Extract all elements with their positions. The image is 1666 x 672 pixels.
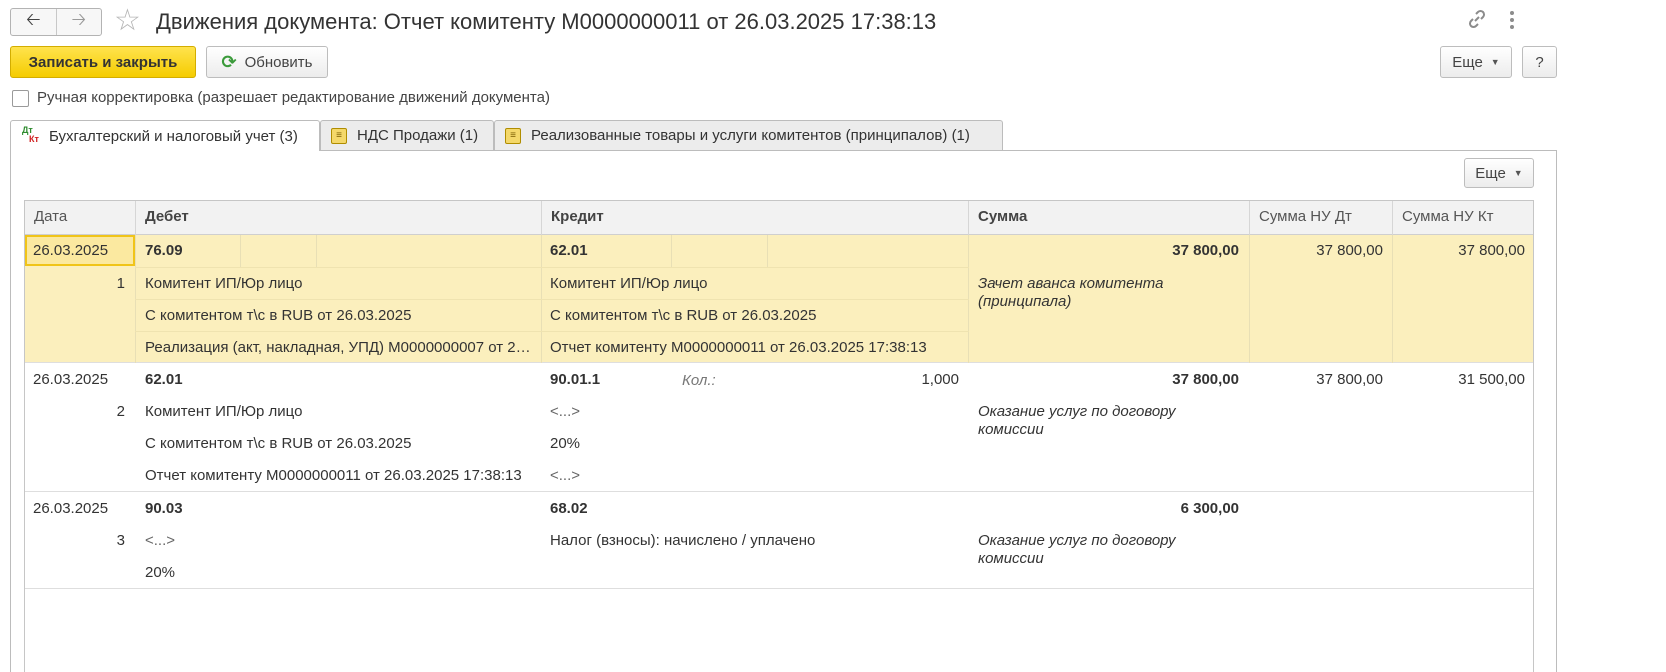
refresh-button[interactable]: ⟳ Обновить: [206, 46, 328, 78]
row-content: Оказание услуг по договору комиссии: [978, 403, 1176, 438]
debit-subconto-3: Отчет комитенту М0000000011 от 26.03.202…: [145, 467, 522, 484]
quantity-value: 1,000: [921, 371, 959, 388]
register-icon: ≡: [331, 127, 347, 144]
chevron-down-icon: ▼: [1513, 168, 1523, 178]
debit-account: 90.03: [145, 500, 183, 517]
row-sum-nu-kt: 37 800,00: [1458, 242, 1525, 259]
row-sum: 37 800,00: [1172, 242, 1239, 259]
row-sum-nu-kt: 31 500,00: [1458, 371, 1525, 388]
credit-subconto-3: Отчет комитенту М0000000011 от 26.03.202…: [550, 339, 927, 356]
panel-more-button[interactable]: Еще ▼: [1464, 158, 1534, 188]
table-row[interactable]: 26.03.2025 1 76.09 Комитент ИП/Юр лицо С…: [25, 235, 1533, 363]
tab-accounting[interactable]: Дт Кт Бухгалтерский и налоговый учет (3): [10, 120, 320, 151]
col-sum-nu-dt[interactable]: Сумма НУ Дт: [1250, 201, 1393, 235]
debit-subconto-3: Реализация (акт, накладная, УПД) М000000…: [145, 339, 533, 356]
tab-label: Бухгалтерский и налоговый учет (3): [49, 127, 298, 145]
refresh-icon: ⟳: [221, 51, 237, 72]
row-number: 1: [116, 275, 125, 292]
row-date: 26.03.2025: [33, 242, 109, 259]
tab-label: НДС Продажи (1): [357, 127, 479, 144]
back-button[interactable]: 🡠: [11, 9, 56, 35]
table-row[interactable]: 26.03.2025 3 90.03 <...> 20% 68.02 Налог…: [25, 492, 1533, 589]
col-sum-nu-kt[interactable]: Сумма НУ Кт: [1393, 201, 1533, 235]
row-sum: 6 300,00: [1180, 500, 1239, 517]
refresh-label: Обновить: [244, 53, 313, 71]
debit-subconto-1: Комитент ИП/Юр лицо: [145, 275, 303, 292]
save-close-button[interactable]: Записать и закрыть: [10, 46, 196, 78]
table-row[interactable]: 26.03.2025 2 62.01 Комитент ИП/Юр лицо С…: [25, 363, 1533, 492]
col-date[interactable]: Дата: [25, 201, 136, 235]
page-title: Движения документа: Отчет комитенту М000…: [156, 9, 937, 34]
credit-subconto-2: С комитентом т\с в RUB от 26.03.2025: [550, 307, 817, 324]
dt-kt-icon: Дт Кт: [22, 125, 39, 144]
row-sum: 37 800,00: [1172, 371, 1239, 388]
col-debit[interactable]: Дебет: [136, 201, 542, 235]
row-number: 2: [116, 403, 125, 420]
chevron-down-icon: ▼: [1490, 57, 1500, 67]
credit-subconto-1: <...>: [550, 403, 581, 420]
link-icon[interactable]: [1466, 8, 1488, 36]
debit-account: 62.01: [145, 371, 183, 388]
col-sum[interactable]: Сумма: [969, 201, 1250, 235]
tab-label: Реализованные товары и услуги комитентов…: [531, 127, 970, 144]
tab-vat-sales[interactable]: ≡ НДС Продажи (1): [320, 120, 494, 150]
more-label: Еще: [1475, 164, 1506, 182]
debit-subconto-1: Комитент ИП/Юр лицо: [145, 403, 303, 420]
history-nav: 🡠 🡢: [10, 8, 102, 36]
row-content: Оказание услуг по договору комиссии: [978, 532, 1176, 567]
row-date: 26.03.2025: [33, 500, 109, 517]
row-sum-nu-dt: 37 800,00: [1316, 371, 1383, 388]
row-sum-nu-dt: 37 800,00: [1316, 242, 1383, 259]
debit-subconto-1: <...>: [145, 532, 176, 549]
credit-account: 68.02: [550, 500, 588, 517]
credit-subconto-1: Налог (взносы): начислено / уплачено: [550, 532, 816, 549]
credit-account: 62.01: [550, 242, 588, 259]
row-content: Зачет аванса комитента (принципала): [978, 275, 1164, 310]
debit-subconto-2: С комитентом т\с в RUB от 26.03.2025: [145, 435, 412, 452]
more-button[interactable]: Еще ▼: [1440, 46, 1512, 78]
register-icon: ≡: [505, 127, 521, 144]
forward-button[interactable]: 🡢: [55, 9, 102, 35]
forward-arrow-icon: 🡢: [71, 9, 87, 29]
credit-subconto-3: <...>: [550, 467, 581, 484]
debit-account: 76.09: [145, 242, 183, 259]
more-vertical-icon[interactable]: [1508, 10, 1516, 36]
more-label: Еще: [1452, 53, 1483, 71]
row-number: 3: [116, 532, 125, 549]
table-header: Дата Дебет Кредит Сумма Сумма НУ Дт Сумм…: [25, 201, 1533, 235]
tab-principal-goods[interactable]: ≡ Реализованные товары и услуги комитент…: [494, 120, 1003, 150]
col-credit[interactable]: Кредит: [542, 201, 969, 235]
row-date: 26.03.2025: [33, 371, 109, 388]
credit-subconto-1: Комитент ИП/Юр лицо: [550, 275, 708, 292]
credit-subconto-2: 20%: [550, 435, 581, 452]
movements-table: Дата Дебет Кредит Сумма Сумма НУ Дт Сумм…: [24, 200, 1534, 672]
manual-edit-label: Ручная корректировка (разрешает редактир…: [37, 89, 550, 106]
help-button[interactable]: ?: [1522, 46, 1557, 78]
credit-account: 90.01.1: [550, 371, 601, 388]
quantity-label: Кол.:: [682, 372, 716, 389]
debit-subconto-2: С комитентом т\с в RUB от 26.03.2025: [145, 307, 412, 324]
back-arrow-icon: 🡠: [25, 9, 41, 29]
debit-subconto-2: 20%: [145, 564, 176, 581]
star-icon[interactable]: ☆: [114, 6, 141, 36]
manual-edit-checkbox[interactable]: [12, 90, 29, 107]
